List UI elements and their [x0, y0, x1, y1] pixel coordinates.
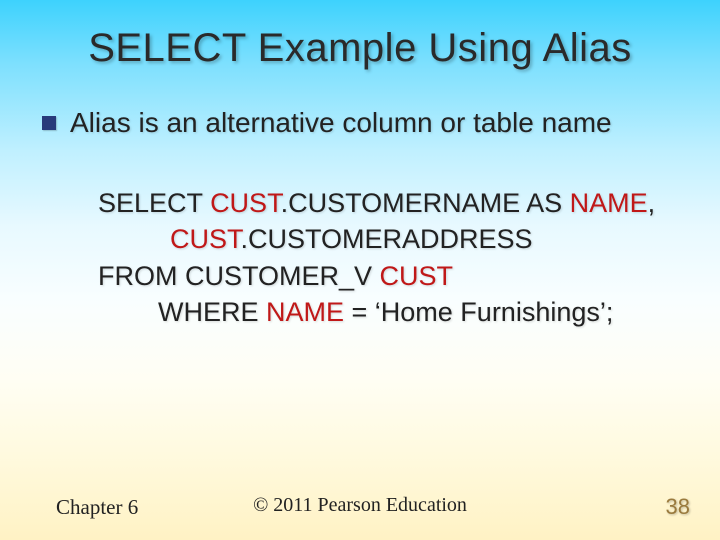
bullet-text: Alias is an alternative column or table …: [70, 107, 612, 139]
page-number: 38: [666, 494, 690, 520]
code-text: .CUSTOMERNAME AS: [281, 188, 570, 218]
code-text: WHERE: [158, 297, 266, 327]
bullet-row: Alias is an alternative column or table …: [42, 107, 690, 139]
slide-body: Alias is an alternative column or table …: [0, 71, 720, 331]
code-text: = ‘Home Furnishings’;: [344, 297, 613, 327]
code-text: .CUSTOMERADDRESS: [241, 224, 533, 254]
code-text: SELECT: [98, 188, 210, 218]
chapter-label: Chapter 6: [56, 495, 138, 520]
footer: Chapter 6 © 2011 Pearson Education 38: [0, 494, 720, 520]
alias-cust: CUST: [210, 188, 281, 218]
code-line-1: SELECT CUST.CUSTOMERNAME AS NAME,: [98, 185, 690, 221]
sql-example: SELECT CUST.CUSTOMERNAME AS NAME, CUST.C…: [98, 185, 690, 331]
slide: SELECT Example Using Alias Alias is an a…: [0, 0, 720, 540]
code-text: FROM CUSTOMER_V: [98, 261, 380, 291]
alias-cust: CUST: [380, 261, 454, 291]
code-line-3: FROM CUSTOMER_V CUST: [98, 258, 690, 294]
alias-cust: CUST: [170, 224, 241, 254]
alias-name: NAME: [266, 297, 344, 327]
copyright-label: © 2011 Pearson Education: [253, 494, 467, 517]
alias-name: NAME: [570, 188, 648, 218]
code-line-2: CUST.CUSTOMERADDRESS: [98, 221, 690, 257]
code-text: ,: [648, 188, 656, 218]
slide-title: SELECT Example Using Alias: [0, 0, 720, 71]
bullet-icon: [42, 116, 56, 130]
code-line-4: WHERE NAME = ‘Home Furnishings’;: [98, 294, 690, 330]
